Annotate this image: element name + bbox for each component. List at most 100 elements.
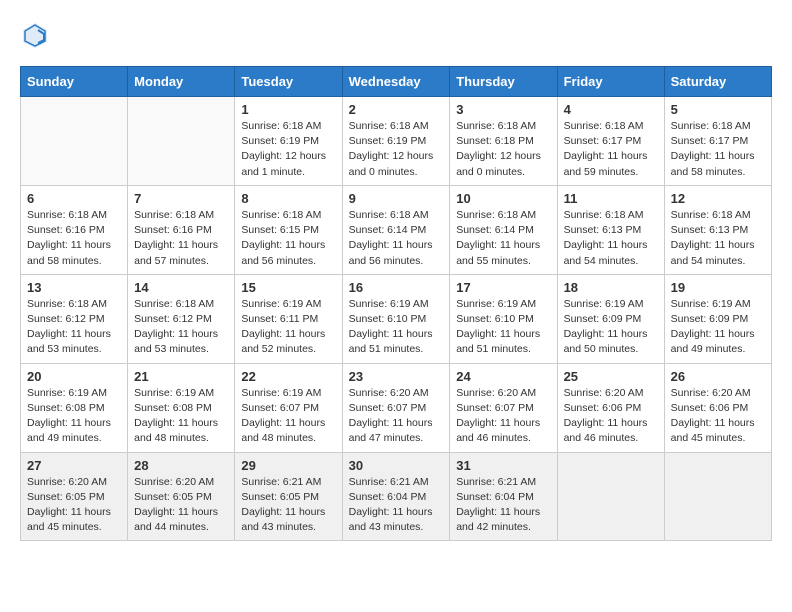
calendar-cell: 2 Sunrise: 6:18 AM Sunset: 6:19 PM Daylig… <box>342 97 450 186</box>
calendar-cell: 15Sunrise: 6:19 AM Sunset: 6:11 PM Dayli… <box>235 274 342 363</box>
calendar-day-header: Friday <box>557 67 664 97</box>
logo <box>20 20 54 50</box>
day-content: Sunrise: 6:18 AM Sunset: 6:19 PM Dayligh… <box>241 119 335 180</box>
day-content: Sunrise: 6:18 AM Sunset: 6:13 PM Dayligh… <box>564 208 658 269</box>
calendar-cell: 24Sunrise: 6:20 AM Sunset: 6:07 PM Dayli… <box>450 363 557 452</box>
day-number: 19 <box>671 280 765 295</box>
calendar-cell: 19 Sunrise: 6:19 AM Sunset: 6:09 PM Dayli… <box>664 274 771 363</box>
day-number: 21 <box>134 369 228 384</box>
day-content: Sunrise: 6:20 AM Sunset: 6:07 PM Dayligh… <box>456 386 550 447</box>
day-content: Sunrise: 6:19 AM Sunset: 6:10 PM Dayligh… <box>456 297 550 358</box>
day-number: 5 <box>671 102 765 117</box>
calendar-cell: 1 Sunrise: 6:18 AM Sunset: 6:19 PM Daylig… <box>235 97 342 186</box>
day-content: Sunrise: 6:18 AM Sunset: 6:14 PM Dayligh… <box>456 208 550 269</box>
day-content: Sunrise: 6:18 AM Sunset: 6:18 PM Dayligh… <box>456 119 550 180</box>
day-content: Sunrise: 6:20 AM Sunset: 6:05 PM Dayligh… <box>27 475 121 536</box>
day-content: Sunrise: 6:18 AM Sunset: 6:15 PM Dayligh… <box>241 208 335 269</box>
calendar-day-header: Saturday <box>664 67 771 97</box>
calendar-cell: 25 Sunrise: 6:20 AM Sunset: 6:06 PM Dayli… <box>557 363 664 452</box>
day-number: 22 <box>241 369 335 384</box>
calendar-cell <box>557 452 664 541</box>
calendar-cell: 6Sunrise: 6:18 AM Sunset: 6:16 PM Daylig… <box>21 185 128 274</box>
day-number: 23 <box>349 369 444 384</box>
day-number: 2 <box>349 102 444 117</box>
day-number: 10 <box>456 191 550 206</box>
day-number: 15 <box>241 280 335 295</box>
day-number: 18 <box>564 280 658 295</box>
calendar-cell: 8 Sunrise: 6:18 AM Sunset: 6:15 PM Daylig… <box>235 185 342 274</box>
calendar-cell: 18 Sunrise: 6:19 AM Sunset: 6:09 PM Dayli… <box>557 274 664 363</box>
day-number: 8 <box>241 191 335 206</box>
day-content: Sunrise: 6:19 AM Sunset: 6:09 PM Dayligh… <box>671 297 765 358</box>
day-number: 16 <box>349 280 444 295</box>
day-number: 1 <box>241 102 335 117</box>
day-content: Sunrise: 6:21 AM Sunset: 6:04 PM Dayligh… <box>349 475 444 536</box>
calendar-cell: 26 Sunrise: 6:20 AM Sunset: 6:06 PM Dayli… <box>664 363 771 452</box>
day-content: Sunrise: 6:20 AM Sunset: 6:07 PM Dayligh… <box>349 386 444 447</box>
day-number: 17 <box>456 280 550 295</box>
logo-icon <box>20 20 50 50</box>
day-number: 26 <box>671 369 765 384</box>
calendar-week-row: 20 Sunrise: 6:19 AM Sunset: 6:08 PM Dayli… <box>21 363 772 452</box>
calendar-cell: 13 Sunrise: 6:18 AM Sunset: 6:12 PM Dayli… <box>21 274 128 363</box>
calendar-cell: 9 Sunrise: 6:18 AM Sunset: 6:14 PM Daylig… <box>342 185 450 274</box>
calendar-cell: 29 Sunrise: 6:21 AM Sunset: 6:05 PM Dayli… <box>235 452 342 541</box>
calendar-cell: 21 Sunrise: 6:19 AM Sunset: 6:08 PM Dayli… <box>128 363 235 452</box>
calendar-day-header: Thursday <box>450 67 557 97</box>
calendar-cell: 30 Sunrise: 6:21 AM Sunset: 6:04 PM Dayli… <box>342 452 450 541</box>
day-number: 25 <box>564 369 658 384</box>
day-number: 4 <box>564 102 658 117</box>
calendar-cell: 7 Sunrise: 6:18 AM Sunset: 6:16 PM Daylig… <box>128 185 235 274</box>
day-number: 29 <box>241 458 335 473</box>
day-content: Sunrise: 6:18 AM Sunset: 6:16 PM Dayligh… <box>134 208 228 269</box>
day-number: 11 <box>564 191 658 206</box>
calendar-table: SundayMondayTuesdayWednesdayThursdayFrid… <box>20 66 772 541</box>
day-content: Sunrise: 6:18 AM Sunset: 6:14 PM Dayligh… <box>349 208 444 269</box>
calendar-day-header: Tuesday <box>235 67 342 97</box>
calendar-cell: 5 Sunrise: 6:18 AM Sunset: 6:17 PM Daylig… <box>664 97 771 186</box>
day-number: 12 <box>671 191 765 206</box>
calendar-cell: 28 Sunrise: 6:20 AM Sunset: 6:05 PM Dayli… <box>128 452 235 541</box>
day-content: Sunrise: 6:19 AM Sunset: 6:07 PM Dayligh… <box>241 386 335 447</box>
calendar-cell: 3 Sunrise: 6:18 AM Sunset: 6:18 PM Daylig… <box>450 97 557 186</box>
day-number: 13 <box>27 280 121 295</box>
calendar-cell: 23 Sunrise: 6:20 AM Sunset: 6:07 PM Dayli… <box>342 363 450 452</box>
calendar-day-header: Sunday <box>21 67 128 97</box>
calendar-cell: 4 Sunrise: 6:18 AM Sunset: 6:17 PM Daylig… <box>557 97 664 186</box>
day-content: Sunrise: 6:20 AM Sunset: 6:06 PM Dayligh… <box>671 386 765 447</box>
calendar-cell: 20Sunrise: 6:19 AM Sunset: 6:08 PM Dayli… <box>21 363 128 452</box>
day-content: Sunrise: 6:19 AM Sunset: 6:08 PM Dayligh… <box>134 386 228 447</box>
page-header <box>20 20 772 50</box>
day-content: Sunrise: 6:18 AM Sunset: 6:19 PM Dayligh… <box>349 119 444 180</box>
calendar-cell: 10 Sunrise: 6:18 AM Sunset: 6:14 PM Dayli… <box>450 185 557 274</box>
day-content: Sunrise: 6:18 AM Sunset: 6:13 PM Dayligh… <box>671 208 765 269</box>
day-content: Sunrise: 6:21 AM Sunset: 6:05 PM Dayligh… <box>241 475 335 536</box>
day-number: 6 <box>27 191 121 206</box>
day-content: Sunrise: 6:21 AM Sunset: 6:04 PM Dayligh… <box>456 475 550 536</box>
calendar-cell: 14Sunrise: 6:18 AM Sunset: 6:12 PM Dayli… <box>128 274 235 363</box>
calendar-cell: 27Sunrise: 6:20 AM Sunset: 6:05 PM Dayli… <box>21 452 128 541</box>
day-number: 14 <box>134 280 228 295</box>
calendar-cell: 17 Sunrise: 6:19 AM Sunset: 6:10 PM Dayli… <box>450 274 557 363</box>
day-content: Sunrise: 6:18 AM Sunset: 6:17 PM Dayligh… <box>671 119 765 180</box>
calendar-cell: 11 Sunrise: 6:18 AM Sunset: 6:13 PM Dayli… <box>557 185 664 274</box>
day-content: Sunrise: 6:18 AM Sunset: 6:17 PM Dayligh… <box>564 119 658 180</box>
day-number: 9 <box>349 191 444 206</box>
calendar-cell <box>128 97 235 186</box>
day-number: 3 <box>456 102 550 117</box>
day-content: Sunrise: 6:20 AM Sunset: 6:06 PM Dayligh… <box>564 386 658 447</box>
day-number: 28 <box>134 458 228 473</box>
calendar-header-row: SundayMondayTuesdayWednesdayThursdayFrid… <box>21 67 772 97</box>
calendar-cell <box>664 452 771 541</box>
day-content: Sunrise: 6:19 AM Sunset: 6:10 PM Dayligh… <box>349 297 444 358</box>
day-content: Sunrise: 6:19 AM Sunset: 6:09 PM Dayligh… <box>564 297 658 358</box>
day-number: 7 <box>134 191 228 206</box>
day-content: Sunrise: 6:20 AM Sunset: 6:05 PM Dayligh… <box>134 475 228 536</box>
day-content: Sunrise: 6:18 AM Sunset: 6:12 PM Dayligh… <box>27 297 121 358</box>
calendar-week-row: 1 Sunrise: 6:18 AM Sunset: 6:19 PM Daylig… <box>21 97 772 186</box>
day-number: 30 <box>349 458 444 473</box>
calendar-cell: 16 Sunrise: 6:19 AM Sunset: 6:10 PM Dayli… <box>342 274 450 363</box>
calendar-cell: 12 Sunrise: 6:18 AM Sunset: 6:13 PM Dayli… <box>664 185 771 274</box>
calendar-day-header: Wednesday <box>342 67 450 97</box>
day-number: 20 <box>27 369 121 384</box>
